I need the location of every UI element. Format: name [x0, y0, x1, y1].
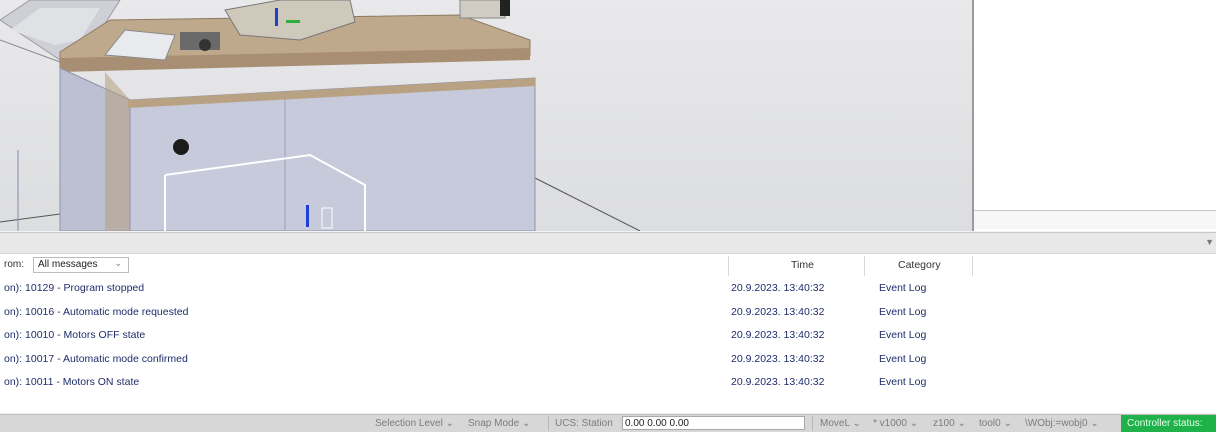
right-side-panel — [974, 0, 1216, 231]
message-cell: on): 10010 - Motors OFF state — [4, 329, 146, 341]
chevron-down-icon: ⌄ — [957, 418, 966, 429]
time-column-header[interactable]: Time — [791, 259, 814, 271]
zone-dropdown[interactable]: z100 ⌄ — [933, 418, 966, 429]
chevron-down-icon: ⌄ — [852, 418, 861, 429]
category-cell: Event Log — [879, 376, 927, 388]
filter-value: All messages — [38, 259, 98, 270]
time-cell: 20.9.2023. 13:40:32 — [731, 305, 825, 318]
collapse-arrow-icon[interactable]: ▼ — [1205, 237, 1214, 247]
message-cell: on): 10129 - Program stopped — [4, 282, 145, 294]
column-divider[interactable] — [972, 256, 973, 276]
table-row[interactable]: on): 10016 - Automatic mode requested 20… — [0, 299, 1216, 323]
filter-label: rom: — [4, 259, 24, 270]
column-divider[interactable] — [728, 256, 729, 276]
output-filter-row: rom: All messages ⌄ Time Category — [0, 254, 1216, 277]
message-cell: on): 10016 - Automatic mode requested — [4, 305, 189, 318]
selection-level-dropdown[interactable]: Selection Level ⌄ — [375, 418, 454, 429]
category-column-header[interactable]: Category — [898, 259, 941, 271]
table-row[interactable]: on): 10017 - Automatic mode confirmed 20… — [0, 346, 1216, 370]
time-cell: 20.9.2023. 13:40:32 — [731, 376, 825, 388]
category-cell: Event Log — [879, 305, 927, 318]
column-divider[interactable] — [864, 256, 865, 276]
snap-mode-dropdown[interactable]: Snap Mode ⌄ — [468, 418, 530, 429]
time-cell: 20.9.2023. 13:40:32 — [731, 282, 825, 294]
move-instruction-dropdown[interactable]: MoveL ⌄ — [820, 418, 861, 429]
chevron-down-icon: ⌄ — [1003, 418, 1012, 429]
output-empty-area — [0, 394, 1216, 413]
status-bar: Selection Level ⌄ Snap Mode ⌄ UCS: Stati… — [0, 414, 1216, 432]
chevron-down-icon: ⌄ — [1090, 418, 1099, 429]
time-cell: 20.9.2023. 13:40:32 — [731, 352, 825, 365]
divider — [548, 416, 549, 431]
event-log-list: on): 10129 - Program stopped 20.9.2023. … — [0, 276, 1216, 394]
table-row[interactable]: on): 10011 - Motors ON state 20.9.2023. … — [0, 370, 1216, 394]
station-3d-scene — [0, 0, 641, 231]
category-cell: Event Log — [879, 329, 927, 341]
wobj-dropdown[interactable]: \WObj:=wobj0 ⌄ — [1025, 418, 1099, 429]
speed-dropdown[interactable]: * v1000 ⌄ — [873, 418, 918, 429]
message-cell: on): 10011 - Motors ON state — [4, 376, 140, 388]
divider — [812, 416, 813, 431]
chevron-down-icon: ⌄ — [445, 418, 454, 429]
tool-dropdown[interactable]: tool0 ⌄ — [979, 418, 1012, 429]
message-cell: on): 10017 - Automatic mode confirmed — [4, 352, 188, 365]
chevron-down-icon: ⌄ — [521, 418, 531, 429]
chevron-down-icon: ⌄ — [909, 418, 919, 429]
category-cell: Event Log — [879, 282, 927, 294]
3d-viewport[interactable] — [0, 0, 974, 231]
message-filter-dropdown[interactable]: All messages ⌄ — [33, 257, 129, 273]
output-window-header: ▼ — [0, 232, 1216, 254]
category-cell: Event Log — [879, 352, 927, 365]
table-row[interactable]: on): 10010 - Motors OFF state 20.9.2023.… — [0, 323, 1216, 347]
controller-status-indicator[interactable]: Controller status: — [1121, 415, 1216, 432]
coordinates-field[interactable]: 0.00 0.00 0.00 — [622, 416, 805, 430]
right-panel-footer — [974, 210, 1216, 229]
table-row[interactable]: on): 10129 - Program stopped 20.9.2023. … — [0, 276, 1216, 300]
ucs-label: UCS: Station — [555, 418, 613, 429]
time-cell: 20.9.2023. 13:40:32 — [731, 329, 825, 341]
chevron-down-icon: ⌄ — [114, 258, 122, 268]
